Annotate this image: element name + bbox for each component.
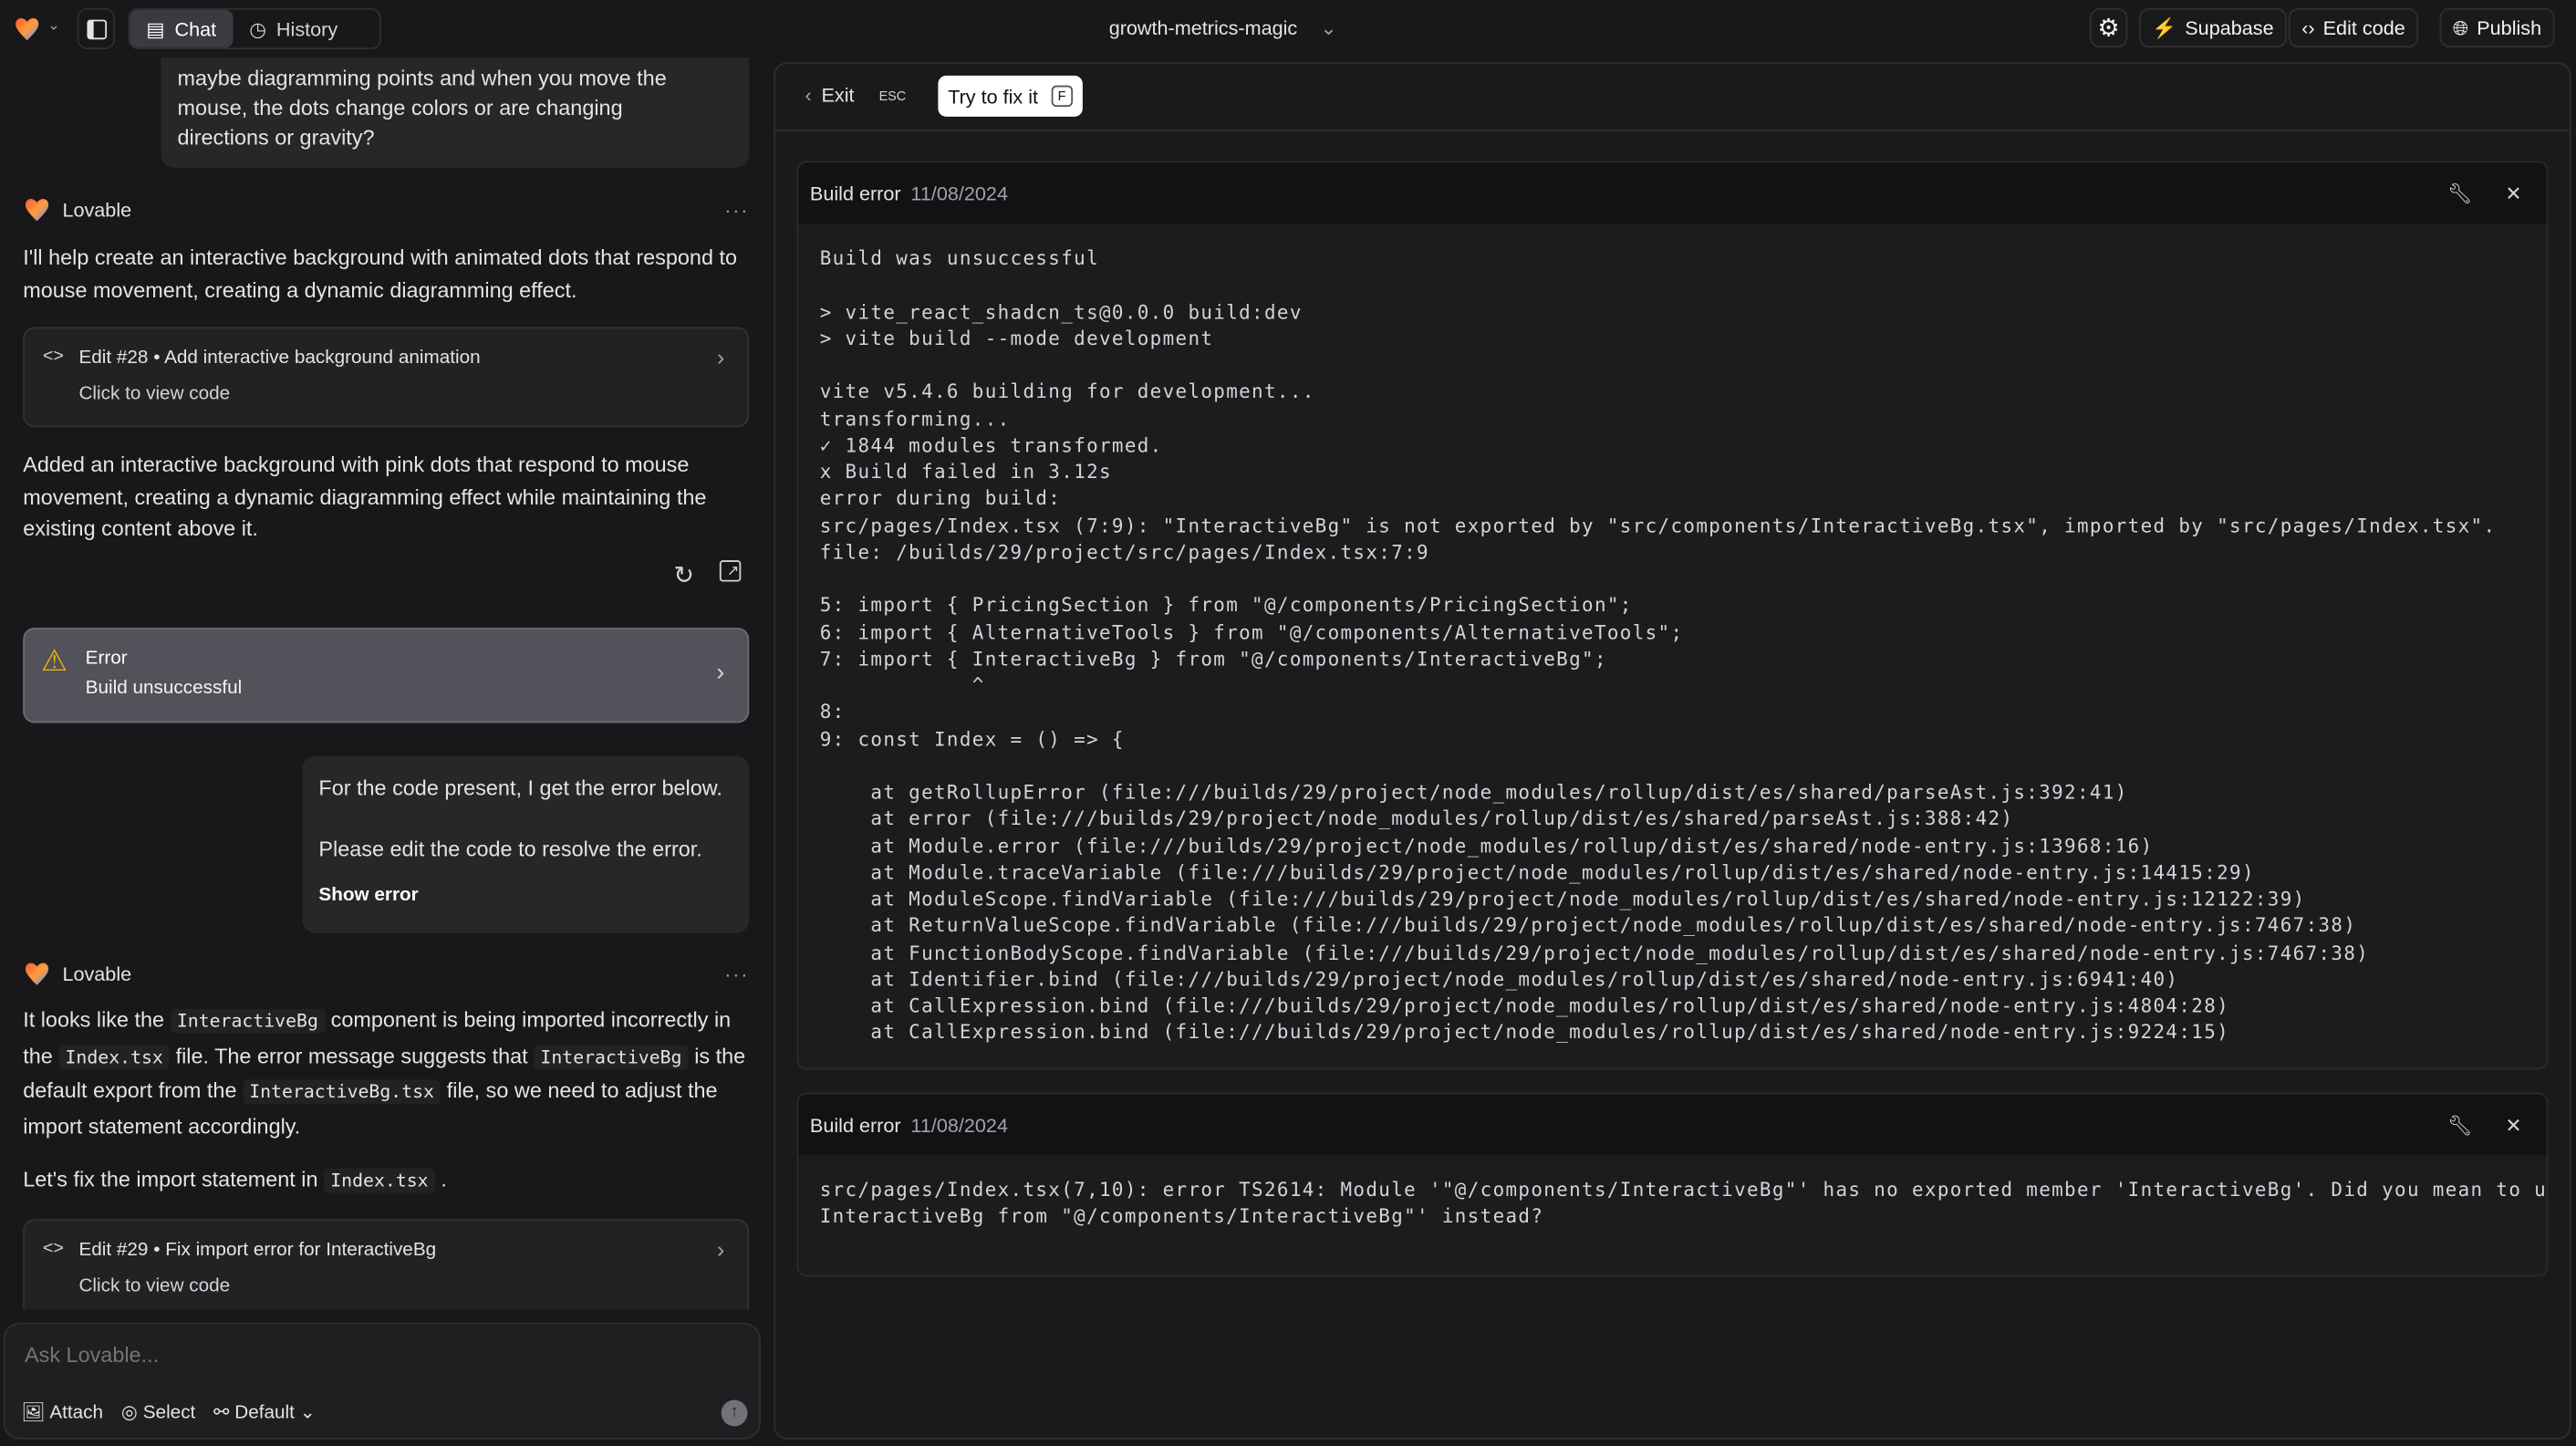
show-error-link[interactable]: Show error: [318, 880, 732, 910]
error-title: Build error: [809, 1113, 901, 1137]
select-button[interactable]: ◎ Select: [120, 1399, 195, 1423]
chevron-left-icon: ‹: [805, 83, 812, 108]
warning-icon: ⚠: [41, 643, 68, 678]
supabase-button[interactable]: ⚡ Supabase: [2138, 8, 2288, 48]
open-external-icon[interactable]: ↗: [719, 560, 742, 582]
assistant-message: Added an interactive background with pin…: [23, 452, 707, 541]
message-line: mouse, the dots change colors or are cha…: [177, 95, 623, 120]
restore-icon[interactable]: ↻: [673, 560, 694, 590]
attach-button[interactable]: 🖼︎ Attach: [21, 1399, 103, 1423]
code-icon: ‹›: [2301, 16, 2315, 40]
project-selector[interactable]: growth-metrics-magic ⌄: [1109, 16, 1337, 39]
chat-thread[interactable]: maybe diagramming points and when you mo…: [0, 57, 772, 1310]
close-icon[interactable]: ✕: [2505, 182, 2521, 204]
project-name: growth-metrics-magic: [1108, 16, 1298, 40]
message-line: Please edit the code to resolve the erro…: [318, 836, 702, 861]
assistant-header: Lovable ···: [23, 960, 749, 988]
code-icon: <>: [42, 347, 64, 367]
error-card[interactable]: ⚠ Error Build unsuccessful ›: [23, 627, 750, 723]
try-to-fix-button[interactable]: Try to fix it F: [938, 75, 1083, 117]
wrench-icon[interactable]: 🔧︎: [2447, 182, 2472, 204]
chevron-down-icon: ⌄: [1320, 16, 1337, 40]
error-log: src/pages/Index.tsx(7,10): error TS2614:…: [819, 1178, 2548, 1228]
more-options-button[interactable]: ···: [724, 962, 749, 984]
chevron-right-icon: ›: [716, 1235, 725, 1263]
chat-input[interactable]: [25, 1342, 715, 1368]
publish-button[interactable]: 🌐︎ Publish: [2439, 8, 2555, 48]
logo-chevron-down-icon[interactable]: ⌄: [47, 16, 60, 35]
build-error-card: Build error 11/08/2024 🔧︎ ✕ src/pages/Inde…: [796, 1092, 2549, 1277]
assistant-name: Lovable: [62, 962, 132, 985]
error-log: Build was unsuccessful > vite_react_shad…: [819, 246, 2497, 1045]
error-date: 11/08/2024: [910, 182, 1008, 205]
exit-button[interactable]: ‹ Exit ESC: [805, 84, 910, 107]
shortcut-badge: ESC: [878, 88, 907, 103]
assistant-message: Let's fix the import statement in Index.…: [23, 1163, 753, 1197]
inline-code: Index.tsx: [324, 1168, 435, 1193]
sidebar-icon: [86, 18, 107, 39]
chevron-down-icon: ⌄: [299, 1403, 317, 1423]
assistant-header: Lovable ···: [23, 195, 749, 224]
edit-code-button[interactable]: ‹› Edit code: [2288, 8, 2419, 48]
inline-code: InteractiveBg: [534, 1044, 689, 1069]
wrench-icon[interactable]: 🔧︎: [2447, 1113, 2472, 1136]
text: file. The error message suggests that: [175, 1042, 528, 1067]
edit-card-29[interactable]: <> Edit #29 • Fix import error for Intera…: [23, 1219, 750, 1310]
message-line: directions or gravity?: [177, 124, 375, 150]
inline-code: InteractiveBg: [170, 1008, 326, 1034]
lovable-logo-icon[interactable]: [13, 15, 41, 43]
divider: [775, 130, 2570, 132]
view-switcher: ▤ Chat ◷ History: [128, 8, 381, 50]
more-options-button[interactable]: ···: [724, 198, 749, 221]
assistant-name: Lovable: [62, 198, 132, 222]
supabase-bolt-icon: ⚡: [2152, 16, 2177, 40]
globe-icon: 🌐︎: [2452, 16, 2469, 39]
chevron-right-icon: ›: [716, 343, 725, 370]
assistant-message: I'll help create an interactive backgrou…: [23, 244, 738, 302]
target-icon: ◎: [120, 1403, 138, 1423]
inline-code: Index.tsx: [58, 1044, 171, 1069]
error-date: 11/08/2024: [910, 1113, 1008, 1137]
lovable-avatar-icon: [25, 199, 49, 222]
shortcut-badge: F: [1051, 85, 1073, 108]
build-error-card: Build error 11/08/2024 🔧︎ ✕ Build was unsu…: [796, 161, 2549, 1070]
close-icon[interactable]: ✕: [2505, 1113, 2521, 1136]
inline-code: InteractiveBg.tsx: [243, 1079, 441, 1105]
message-line: maybe diagramming points and when you mo…: [177, 66, 667, 91]
error-title: Build error: [809, 182, 901, 205]
chevron-right-icon: ›: [716, 659, 725, 687]
lovable-avatar-icon: [25, 962, 49, 985]
send-button[interactable]: ↑: [721, 1399, 748, 1427]
gear-icon: ⚙: [2097, 15, 2120, 43]
sliders-icon: ⚯: [213, 1403, 230, 1423]
settings-button[interactable]: ⚙: [2089, 8, 2128, 48]
tab-chat[interactable]: ▤ Chat: [130, 9, 234, 48]
arrow-up-icon: ↑: [730, 1403, 739, 1421]
sidebar-toggle-button[interactable]: [77, 8, 116, 50]
chat-input-box: 🖼︎ Attach ◎ Select ⚯ Default ⌄ ↑: [3, 1322, 761, 1440]
user-message: maybe diagramming points and when you mo…: [161, 57, 750, 168]
code-icon: <>: [42, 1238, 64, 1259]
history-icon: ◷: [249, 16, 267, 41]
tab-history[interactable]: ◷ History: [233, 10, 354, 47]
text: It looks like the: [23, 1007, 165, 1033]
text: .: [441, 1166, 447, 1191]
edit-card-28[interactable]: <> Edit #28 • Add interactive background …: [23, 327, 750, 428]
app-root: ⌄ ▤ Chat ◷ History growth-metrics-magic ⌄ ⚙…: [0, 0, 2576, 1446]
image-attach-icon: 🖼︎: [21, 1403, 46, 1423]
text: Let's fix the import statement in: [23, 1166, 318, 1191]
mode-dropdown[interactable]: ⚯ Default ⌄: [213, 1399, 317, 1423]
chat-icon: ▤: [146, 16, 165, 41]
message-line: For the code present, I get the error be…: [318, 775, 722, 801]
user-message: For the code present, I get the error be…: [302, 755, 750, 933]
assistant-message: It looks like the InteractiveBg componen…: [23, 1004, 753, 1143]
